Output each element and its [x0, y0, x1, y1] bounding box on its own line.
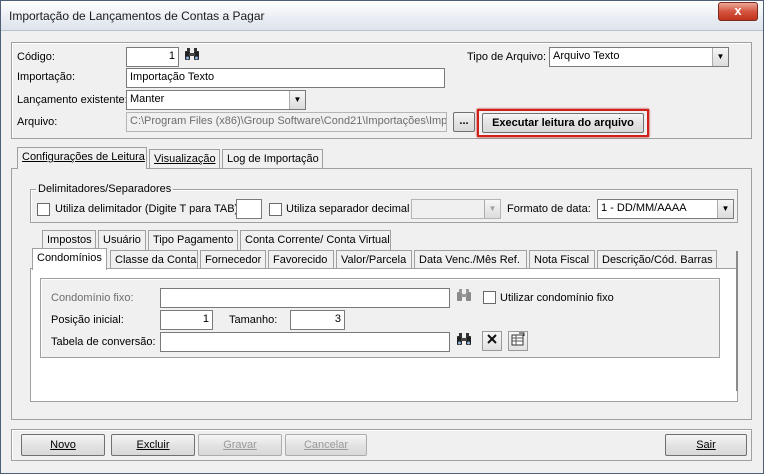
arquivo-input[interactable]: C:\Program Files (x86)\Group Software\Co… — [126, 112, 447, 132]
importacao-input[interactable]: Importação Texto — [126, 68, 445, 88]
usa-delimitador-checkbox[interactable] — [37, 203, 50, 216]
formato-data-label: Formato de data: — [507, 203, 591, 215]
main-window: Importação de Lançamentos de Contas a Pa… — [0, 0, 764, 474]
close-button[interactable]: x — [718, 2, 758, 21]
panel-edge — [724, 251, 738, 391]
formato-data-select[interactable]: 1 - DD/MM/AAAA ▼ — [597, 199, 734, 219]
subtab-conta-corrente[interactable]: Conta Corrente/ Conta Virtual — [240, 230, 391, 250]
cancelar-label: Cancelar — [303, 439, 349, 451]
tab-visualizacao[interactable]: Visualização — [149, 149, 220, 169]
delimitador-input[interactable] — [236, 199, 262, 219]
gravar-label: Gravar — [223, 439, 257, 451]
arquivo-label: Arquivo: — [17, 116, 58, 128]
usa-delimitador-label: Utiliza delimitador (Digite T para TAB) — [55, 203, 239, 215]
tab-configuracoes-label: Configurações de Leitura — [22, 151, 145, 163]
posicao-inicial-label: Posição inicial: — [51, 314, 124, 326]
condominio-fixo-label: Condomínio fixo: — [51, 292, 134, 304]
subtab-tipo-pagamento[interactable]: Tipo Pagamento — [148, 230, 238, 250]
binoculars-icon[interactable] — [182, 47, 202, 67]
formato-data-value: 1 - DD/MM/AAAA — [601, 202, 687, 214]
subtab-nota-fiscal[interactable]: Nota Fiscal — [529, 250, 595, 270]
subtab-usuario[interactable]: Usuário — [98, 230, 146, 250]
tipo-arquivo-label: Tipo de Arquivo: — [467, 51, 547, 63]
subtab-label: Favorecido — [273, 254, 328, 266]
tabela-conversao-label: Tabela de conversão: — [51, 336, 156, 348]
lancamento-label: Lançamento existente: — [17, 94, 128, 106]
novo-label: Novo — [50, 439, 76, 451]
usa-separador-label: Utiliza separador decimal — [286, 203, 410, 215]
utilizar-condominio-label: Utilizar condomínio fixo — [500, 292, 614, 304]
tamanho-input[interactable]: 3 — [290, 310, 345, 330]
binoculars-icon[interactable] — [454, 288, 474, 308]
delimitadores-title: Delimitadores/Separadores — [36, 183, 174, 195]
subtab-label: Descrição/Cód. Barras — [602, 254, 713, 266]
novo-button[interactable]: Novo — [21, 434, 105, 456]
excluir-button[interactable]: Excluir — [111, 434, 195, 456]
codigo-input[interactable]: 1 — [126, 47, 179, 67]
usa-separador-checkbox[interactable] — [269, 203, 282, 216]
tab-visualizacao-label: Visualização — [154, 153, 216, 165]
tamanho-label: Tamanho: — [229, 314, 278, 326]
window-title: Importação de Lançamentos de Contas a Pa… — [9, 9, 265, 23]
chevron-down-icon[interactable]: ▼ — [712, 48, 728, 66]
title-bar: Importação de Lançamentos de Contas a Pa… — [1, 1, 763, 31]
subtab-label: Nota Fiscal — [534, 254, 590, 266]
subtab-label: Condomínios — [37, 252, 102, 264]
tabela-conversao-input[interactable] — [160, 332, 450, 352]
tab-log-label: Log de Importação — [227, 153, 319, 165]
subtab-descricao[interactable]: Descrição/Cód. Barras — [597, 250, 717, 270]
subtab-label: Valor/Parcela — [341, 254, 407, 266]
tab-log-importacao[interactable]: Log de Importação — [222, 149, 323, 169]
subtab-label: Fornecedor — [205, 254, 262, 266]
executar-leitura-button[interactable]: Executar leitura do arquivo — [482, 113, 644, 133]
edit-table-icon[interactable] — [508, 331, 528, 351]
subtab-label: Conta Corrente/ Conta Virtual — [245, 234, 390, 246]
browse-button[interactable]: ... — [453, 112, 475, 132]
subtab-fornecedor[interactable]: Fornecedor — [200, 250, 266, 270]
subtab-label: Usuário — [103, 234, 141, 246]
tab-configuracoes-leitura[interactable]: Configurações de Leitura — [17, 147, 147, 169]
importacao-label: Importação: — [17, 71, 76, 83]
tipo-arquivo-value: Arquivo Texto — [553, 50, 620, 62]
subtab-condominios[interactable]: Condomínios — [32, 248, 107, 270]
separador-select[interactable]: ▼ — [411, 199, 501, 219]
gravar-button[interactable]: Gravar — [198, 434, 282, 456]
posicao-inicial-input[interactable]: 1 — [160, 310, 213, 330]
delete-x-icon[interactable] — [482, 331, 502, 351]
subtab-label: Impostos — [47, 234, 92, 246]
chevron-down-icon[interactable]: ▼ — [484, 200, 500, 218]
cancelar-button[interactable]: Cancelar — [285, 434, 367, 456]
utilizar-condominio-checkbox[interactable] — [483, 291, 496, 304]
sair-button[interactable]: Sair — [665, 434, 747, 456]
condominio-fixo-input[interactable] — [160, 288, 450, 308]
subtab-valor-parcela[interactable]: Valor/Parcela — [336, 250, 412, 270]
chevron-down-icon[interactable]: ▼ — [717, 200, 733, 218]
tipo-arquivo-select[interactable]: Arquivo Texto ▼ — [549, 47, 729, 67]
sair-label: Sair — [696, 439, 716, 451]
binoculars-icon[interactable] — [454, 332, 474, 352]
lancamento-value: Manter — [130, 93, 165, 105]
chevron-down-icon[interactable]: ▼ — [289, 91, 305, 109]
subtab-label: Classe da Conta — [115, 254, 197, 266]
lancamento-select[interactable]: Manter ▼ — [126, 90, 306, 110]
subtab-favorecido[interactable]: Favorecido — [268, 250, 334, 270]
subtab-impostos[interactable]: Impostos — [42, 230, 96, 250]
codigo-label: Código: — [17, 51, 55, 63]
subtab-label: Tipo Pagamento — [153, 234, 234, 246]
subtab-data-venc[interactable]: Data Venc./Mês Ref. — [414, 250, 527, 270]
excluir-label: Excluir — [136, 439, 170, 451]
subtab-label: Data Venc./Mês Ref. — [419, 254, 520, 266]
subtab-classe-conta[interactable]: Classe da Conta — [110, 250, 198, 270]
